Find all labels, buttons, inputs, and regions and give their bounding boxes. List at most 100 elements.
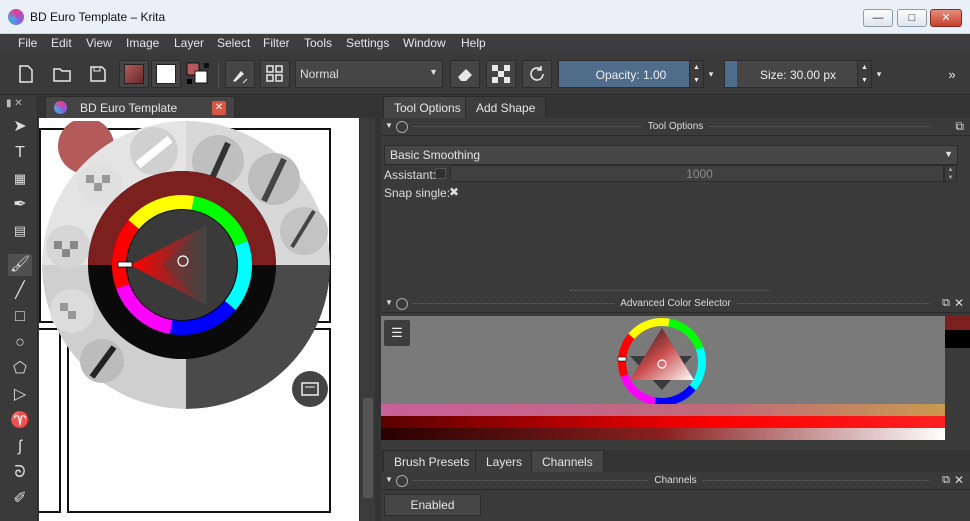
close-button[interactable]: ✕	[930, 9, 962, 27]
size-text: Size: 30.00 px	[725, 68, 871, 82]
document-tab[interactable]: BD Euro Template ✕	[45, 96, 235, 118]
window-title: BD Euro Template – Krita	[30, 10, 166, 24]
brush-preset-slot-7[interactable]	[50, 289, 94, 333]
chevron-down-icon: ▼	[944, 149, 953, 159]
brush-preset-slot-4[interactable]	[130, 127, 178, 175]
freehand-brush-tool-icon[interactable]: 🖌	[8, 254, 32, 276]
toolbar-overflow-button[interactable]: »	[940, 60, 964, 88]
tool-options-title: Tool Options	[641, 121, 710, 132]
text-tool-icon[interactable]: T	[8, 142, 32, 164]
brush-preset-slot-6[interactable]	[46, 225, 90, 269]
channels-docker-title-bar: ▼ Channels ⧉ ✕	[381, 472, 970, 490]
toolbox-header-icons: ▮ ✕	[6, 98, 23, 109]
assistant-checkbox[interactable]	[435, 168, 446, 179]
size-spinner[interactable]: ▲ ▼	[857, 61, 871, 87]
pattern-selector[interactable]	[151, 60, 181, 88]
menu-settings[interactable]: Settings	[346, 36, 389, 50]
krita-app-icon	[8, 9, 24, 25]
opacity-slider[interactable]: Opacity: 1.00 ▲ ▼	[558, 60, 704, 88]
freehand-path-tool-icon[interactable]: ʃ	[8, 436, 32, 458]
toolbar-separator	[218, 62, 219, 88]
menu-tools[interactable]: Tools	[304, 36, 332, 50]
tab-tool-options[interactable]: Tool Options	[383, 96, 472, 118]
canvas-vertical-scrollbar[interactable]	[359, 118, 375, 521]
polyline-tool-icon[interactable]: ▷	[8, 384, 32, 406]
calligraphy-tool-icon[interactable]: ✒	[8, 194, 32, 216]
channels-enabled-header[interactable]: Enabled	[384, 494, 481, 516]
assistant-label: Assistant:	[384, 168, 437, 182]
color-selector-settings-icon[interactable]: ☰	[384, 320, 410, 346]
lightness-shade-bar[interactable]	[381, 428, 945, 440]
rectangle-tool-icon[interactable]: □	[8, 306, 32, 328]
checker-alpha-icon	[492, 65, 510, 83]
tab-channels[interactable]: Channels	[531, 450, 604, 472]
previous-color-swatch[interactable]	[945, 330, 970, 348]
document-close-icon[interactable]: ✕	[212, 101, 226, 115]
float-docker-icon[interactable]: ⧉	[942, 297, 950, 310]
menu-edit[interactable]: Edit	[51, 36, 72, 50]
menu-view[interactable]: View	[86, 36, 112, 50]
save-button[interactable]	[84, 60, 112, 88]
tool-options-tab-bar: Tool Options Add Shape	[381, 96, 970, 118]
tab-brush-presets[interactable]: Brush Presets	[383, 450, 481, 472]
select-shapes-tool-icon[interactable]: ➤	[8, 116, 32, 138]
gradient-edit-tool-icon[interactable]: ▤	[8, 220, 32, 242]
document-tab-bar: BD Euro Template ✕	[39, 96, 375, 118]
multibrush-tool-icon[interactable]: ✐	[8, 488, 32, 510]
chevron-down-icon: ▼	[429, 67, 438, 77]
docker-resize-grip[interactable]	[570, 290, 770, 291]
maximize-button[interactable]: □	[897, 9, 927, 27]
color-wheel-selector[interactable]	[616, 316, 712, 410]
float-docker-icon[interactable]: ⧉	[955, 119, 964, 134]
menu-help[interactable]: Help	[461, 36, 486, 50]
assistant-magnetism-slider[interactable]: 1000	[450, 165, 944, 182]
new-document-button[interactable]	[12, 60, 40, 88]
line-tool-icon[interactable]: ╱	[8, 280, 32, 302]
menu-layer[interactable]: Layer	[174, 36, 204, 50]
palette-settings-button[interactable]	[292, 371, 328, 407]
smoothing-select[interactable]: Basic Smoothing ▼	[384, 145, 958, 165]
tab-add-shape[interactable]: Add Shape	[465, 96, 547, 118]
popup-palette[interactable]	[42, 121, 330, 409]
brush-preset-button[interactable]	[225, 60, 255, 88]
reload-preset-button[interactable]	[522, 60, 552, 88]
opacity-spinner[interactable]: ▲ ▼	[689, 61, 703, 87]
menu-filter[interactable]: Filter	[263, 36, 290, 50]
dynamic-brush-tool-icon[interactable]: ᘐ	[8, 462, 32, 484]
size-menu-chevron-icon[interactable]: ▾	[872, 60, 886, 88]
saturation-shade-bar[interactable]	[381, 416, 945, 428]
size-slider[interactable]: Size: 30.00 px ▲ ▼	[724, 60, 872, 88]
tab-layers[interactable]: Layers	[475, 450, 534, 472]
close-docker-icon[interactable]: ✕	[954, 296, 964, 310]
brush-settings-button[interactable]	[260, 60, 290, 88]
brush-preset-slot-3[interactable]	[280, 207, 328, 255]
hue-shade-bar[interactable]	[381, 404, 945, 416]
scrollbar-thumb[interactable]	[363, 398, 373, 498]
current-color-swatch[interactable]	[945, 316, 970, 330]
edit-shapes-tool-icon[interactable]: ▦	[8, 168, 32, 190]
preserve-alpha-button[interactable]	[486, 60, 516, 88]
document-icon	[54, 101, 67, 114]
float-docker-icon[interactable]: ⧉	[942, 474, 950, 487]
hue-handle[interactable]	[117, 261, 133, 268]
opacity-label: Opacity:	[595, 68, 640, 82]
menu-window[interactable]: Window	[403, 36, 446, 50]
open-document-button[interactable]	[48, 60, 76, 88]
menu-file[interactable]: File	[18, 36, 37, 50]
menu-select[interactable]: Select	[217, 36, 250, 50]
assistant-spinner[interactable]: ▲ ▼	[944, 165, 957, 182]
gradient-selector[interactable]	[119, 60, 149, 88]
blend-mode-select[interactable]: Normal ▼	[295, 60, 443, 88]
close-docker-icon[interactable]: ✕	[954, 473, 964, 487]
minimize-button[interactable]: —	[863, 9, 893, 27]
ellipse-tool-icon[interactable]: ○	[8, 332, 32, 354]
brush-preset-slot-8[interactable]	[80, 339, 124, 383]
menu-image[interactable]: Image	[126, 36, 159, 50]
bezier-curve-tool-icon[interactable]: ♈	[8, 410, 32, 432]
opacity-menu-chevron-icon[interactable]: ▾	[704, 60, 718, 88]
color-swap-widget[interactable]	[184, 60, 212, 88]
brush-preset-slot-2[interactable]	[248, 153, 300, 205]
eraser-mode-button[interactable]	[450, 60, 480, 88]
snap-single-checkbox-icon[interactable]: ✖	[449, 185, 459, 199]
polygon-tool-icon[interactable]: ⬠	[8, 358, 32, 380]
